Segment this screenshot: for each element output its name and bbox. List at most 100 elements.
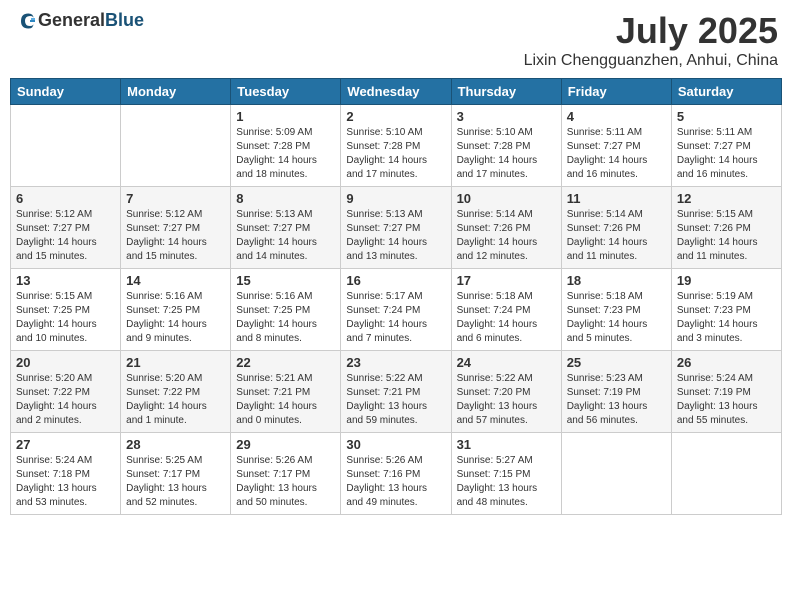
day-info: Sunrise: 5:23 AM Sunset: 7:19 PM Dayligh…: [567, 372, 666, 428]
day-info: Sunrise: 5:22 AM Sunset: 7:21 PM Dayligh…: [346, 372, 445, 428]
calendar-cell: 13 Sunrise: 5:15 AM Sunset: 7:25 PM Dayli…: [11, 269, 121, 351]
day-number: 23: [346, 355, 445, 370]
calendar-cell: 1 Sunrise: 5:09 AM Sunset: 7:28 PM Daylig…: [231, 105, 341, 187]
calendar-cell: 3 Sunrise: 5:10 AM Sunset: 7:28 PM Daylig…: [451, 105, 561, 187]
day-number: 12: [677, 191, 776, 206]
calendar-week-2: 6Sunrise: 5:12 AM Sunset: 7:27 PM Daylig…: [11, 187, 782, 269]
calendar-cell: 2Sunrise: 5:10 AM Sunset: 7:28 PM Daylig…: [341, 105, 451, 187]
day-number: 15: [236, 273, 335, 288]
day-number: 31: [457, 437, 556, 452]
calendar-cell: [11, 105, 121, 187]
day-info: Sunrise: 5:20 AM Sunset: 7:22 PM Dayligh…: [126, 372, 225, 428]
day-number: 25: [567, 355, 666, 370]
day-number: 21: [126, 355, 225, 370]
calendar-cell: 15 Sunrise: 5:16 AM Sunset: 7:25 PM Dayli…: [231, 269, 341, 351]
weekday-header-sunday: Sunday: [11, 79, 121, 105]
calendar-cell: 26 Sunrise: 5:24 AM Sunset: 7:19 PM Dayli…: [671, 351, 781, 433]
calendar-cell: 11 Sunrise: 5:14 AM Sunset: 7:26 PM Dayli…: [561, 187, 671, 269]
weekday-header-saturday: Saturday: [671, 79, 781, 105]
calendar-week-3: 13 Sunrise: 5:15 AM Sunset: 7:25 PM Dayli…: [11, 269, 782, 351]
calendar-header-row: SundayMondayTuesdayWednesdayThursdayFrid…: [11, 79, 782, 105]
day-info: Sunrise: 5:16 AM Sunset: 7:25 PM Dayligh…: [236, 290, 335, 346]
calendar-cell: 27 Sunrise: 5:24 AM Sunset: 7:18 PM Dayli…: [11, 433, 121, 515]
day-number: 20: [16, 355, 115, 370]
weekday-header-tuesday: Tuesday: [231, 79, 341, 105]
calendar-cell: 16Sunrise: 5:17 AM Sunset: 7:24 PM Dayli…: [341, 269, 451, 351]
calendar-cell: 21 Sunrise: 5:20 AM Sunset: 7:22 PM Dayli…: [121, 351, 231, 433]
calendar-cell: 31 Sunrise: 5:27 AM Sunset: 7:15 PM Dayli…: [451, 433, 561, 515]
calendar-cell: 17Sunrise: 5:18 AM Sunset: 7:24 PM Dayli…: [451, 269, 561, 351]
day-info: Sunrise: 5:19 AM Sunset: 7:23 PM Dayligh…: [677, 290, 776, 346]
title-block: July 2025 Lixin Chengguanzhen, Anhui, Ch…: [524, 10, 778, 70]
calendar-cell: 29 Sunrise: 5:26 AM Sunset: 7:17 PM Dayli…: [231, 433, 341, 515]
day-info: Sunrise: 5:13 AM Sunset: 7:27 PM Dayligh…: [346, 208, 445, 264]
day-info: Sunrise: 5:21 AM Sunset: 7:21 PM Dayligh…: [236, 372, 335, 428]
day-number: 3: [457, 109, 556, 124]
day-info: Sunrise: 5:11 AM Sunset: 7:27 PM Dayligh…: [677, 126, 776, 182]
calendar-body: 1 Sunrise: 5:09 AM Sunset: 7:28 PM Daylig…: [11, 105, 782, 515]
calendar-cell: [561, 433, 671, 515]
day-info: Sunrise: 5:12 AM Sunset: 7:27 PM Dayligh…: [126, 208, 225, 264]
day-info: Sunrise: 5:24 AM Sunset: 7:18 PM Dayligh…: [16, 454, 115, 510]
calendar-cell: 10Sunrise: 5:14 AM Sunset: 7:26 PM Dayli…: [451, 187, 561, 269]
day-number: 29: [236, 437, 335, 452]
day-number: 8: [236, 191, 335, 206]
day-info: Sunrise: 5:18 AM Sunset: 7:23 PM Dayligh…: [567, 290, 666, 346]
day-info: Sunrise: 5:14 AM Sunset: 7:26 PM Dayligh…: [567, 208, 666, 264]
logo-text-general: General: [38, 10, 105, 30]
page-header: GeneralBlue July 2025 Lixin Chengguanzhe…: [10, 10, 782, 70]
day-info: Sunrise: 5:24 AM Sunset: 7:19 PM Dayligh…: [677, 372, 776, 428]
day-number: 7: [126, 191, 225, 206]
day-number: 24: [457, 355, 556, 370]
calendar-cell: 7 Sunrise: 5:12 AM Sunset: 7:27 PM Daylig…: [121, 187, 231, 269]
day-number: 13: [16, 273, 115, 288]
calendar-cell: 24 Sunrise: 5:22 AM Sunset: 7:20 PM Dayli…: [451, 351, 561, 433]
calendar-cell: 28 Sunrise: 5:25 AM Sunset: 7:17 PM Dayli…: [121, 433, 231, 515]
weekday-header-friday: Friday: [561, 79, 671, 105]
calendar-week-5: 27 Sunrise: 5:24 AM Sunset: 7:18 PM Dayli…: [11, 433, 782, 515]
day-info: Sunrise: 5:20 AM Sunset: 7:22 PM Dayligh…: [16, 372, 115, 428]
weekday-header-wednesday: Wednesday: [341, 79, 451, 105]
calendar-cell: [121, 105, 231, 187]
logo: GeneralBlue: [14, 10, 144, 31]
calendar-cell: 12 Sunrise: 5:15 AM Sunset: 7:26 PM Dayli…: [671, 187, 781, 269]
calendar-cell: 14Sunrise: 5:16 AM Sunset: 7:25 PM Dayli…: [121, 269, 231, 351]
day-number: 5: [677, 109, 776, 124]
day-info: Sunrise: 5:26 AM Sunset: 7:17 PM Dayligh…: [236, 454, 335, 510]
calendar-cell: 18 Sunrise: 5:18 AM Sunset: 7:23 PM Dayli…: [561, 269, 671, 351]
logo-text-blue: Blue: [105, 10, 144, 30]
month-title: July 2025: [524, 10, 778, 52]
day-number: 16: [346, 273, 445, 288]
day-info: Sunrise: 5:15 AM Sunset: 7:25 PM Dayligh…: [16, 290, 115, 346]
day-info: Sunrise: 5:15 AM Sunset: 7:26 PM Dayligh…: [677, 208, 776, 264]
day-info: Sunrise: 5:09 AM Sunset: 7:28 PM Dayligh…: [236, 126, 335, 182]
calendar-cell: [671, 433, 781, 515]
day-info: Sunrise: 5:10 AM Sunset: 7:28 PM Dayligh…: [457, 126, 556, 182]
calendar-week-1: 1 Sunrise: 5:09 AM Sunset: 7:28 PM Daylig…: [11, 105, 782, 187]
day-number: 17: [457, 273, 556, 288]
day-number: 27: [16, 437, 115, 452]
day-number: 26: [677, 355, 776, 370]
location-title: Lixin Chengguanzhen, Anhui, China: [524, 52, 778, 70]
day-info: Sunrise: 5:25 AM Sunset: 7:17 PM Dayligh…: [126, 454, 225, 510]
day-info: Sunrise: 5:12 AM Sunset: 7:27 PM Dayligh…: [16, 208, 115, 264]
logo-icon: [16, 11, 36, 31]
day-info: Sunrise: 5:10 AM Sunset: 7:28 PM Dayligh…: [346, 126, 445, 182]
day-number: 4: [567, 109, 666, 124]
calendar-cell: 6Sunrise: 5:12 AM Sunset: 7:27 PM Daylig…: [11, 187, 121, 269]
day-number: 9: [346, 191, 445, 206]
day-info: Sunrise: 5:26 AM Sunset: 7:16 PM Dayligh…: [346, 454, 445, 510]
day-number: 11: [567, 191, 666, 206]
day-number: 10: [457, 191, 556, 206]
day-number: 18: [567, 273, 666, 288]
calendar-cell: 25 Sunrise: 5:23 AM Sunset: 7:19 PM Dayli…: [561, 351, 671, 433]
day-info: Sunrise: 5:16 AM Sunset: 7:25 PM Dayligh…: [126, 290, 225, 346]
calendar-cell: 22Sunrise: 5:21 AM Sunset: 7:21 PM Dayli…: [231, 351, 341, 433]
calendar-cell: 20 Sunrise: 5:20 AM Sunset: 7:22 PM Dayli…: [11, 351, 121, 433]
calendar-cell: 30Sunrise: 5:26 AM Sunset: 7:16 PM Dayli…: [341, 433, 451, 515]
day-number: 28: [126, 437, 225, 452]
day-info: Sunrise: 5:27 AM Sunset: 7:15 PM Dayligh…: [457, 454, 556, 510]
calendar-cell: 8Sunrise: 5:13 AM Sunset: 7:27 PM Daylig…: [231, 187, 341, 269]
day-info: Sunrise: 5:22 AM Sunset: 7:20 PM Dayligh…: [457, 372, 556, 428]
day-number: 1: [236, 109, 335, 124]
